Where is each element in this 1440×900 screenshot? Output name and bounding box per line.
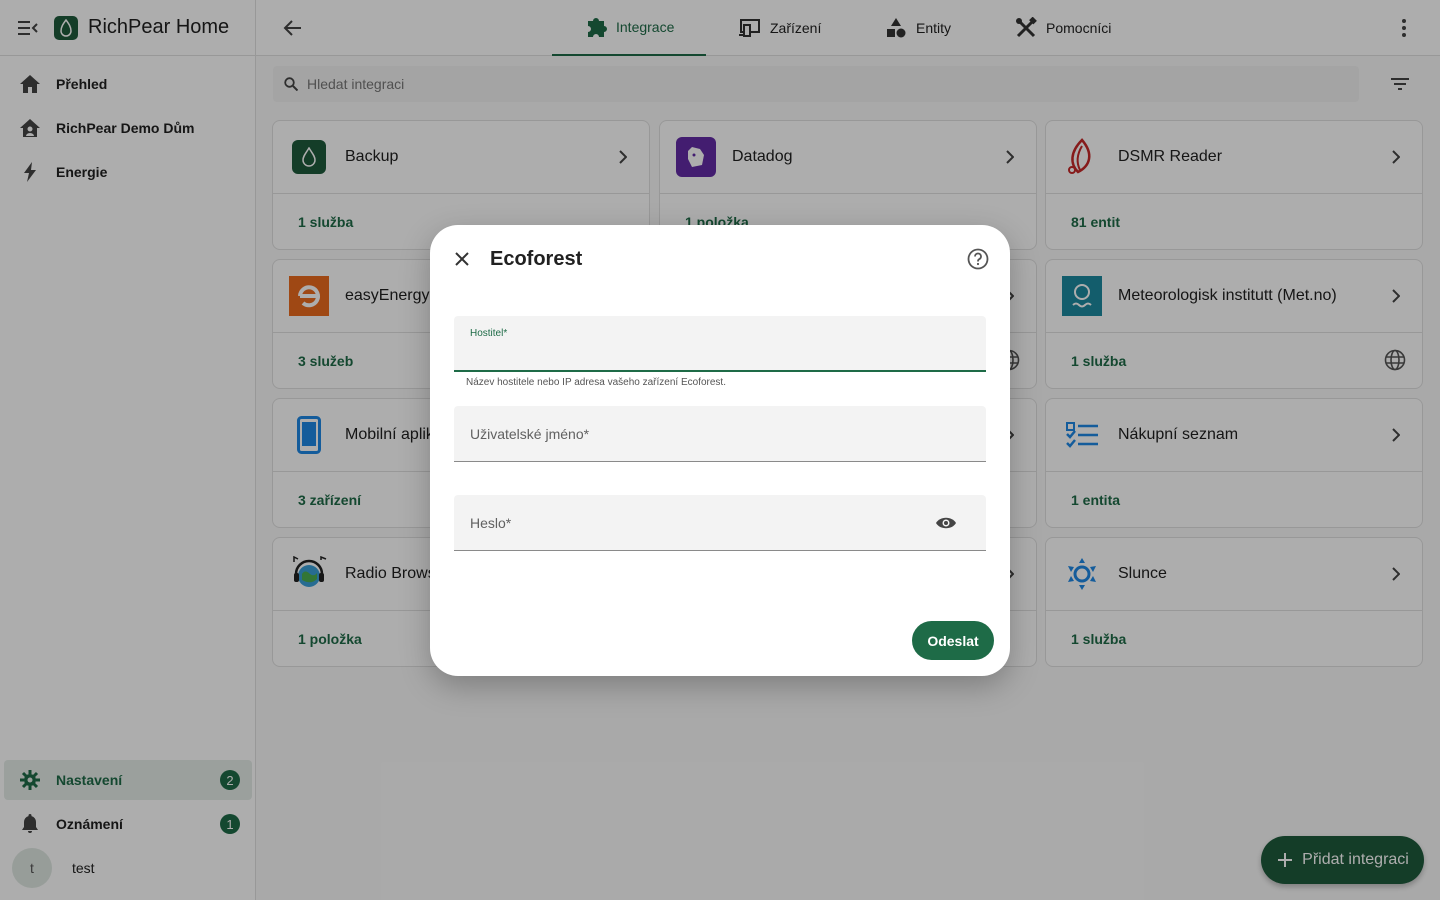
password-field[interactable]: Heslo*: [454, 495, 986, 551]
username-field[interactable]: Uživatelské jméno*: [454, 406, 986, 462]
host-field-label: Hostitel*: [470, 328, 508, 339]
submit-button[interactable]: Odeslat: [912, 621, 994, 660]
close-icon[interactable]: [450, 247, 474, 271]
dialog-title: Ecoforest: [490, 248, 583, 270]
config-dialog: Ecoforest Hostitel* Název hostitele nebo…: [430, 225, 1010, 676]
username-field-label: Uživatelské jméno*: [470, 426, 590, 442]
password-field-label: Heslo*: [470, 515, 512, 531]
eye-icon[interactable]: [934, 511, 958, 535]
host-field[interactable]: Hostitel*: [454, 316, 986, 372]
host-helper-text: Název hostitele nebo IP adresa vašeho za…: [466, 377, 726, 388]
help-icon[interactable]: [966, 247, 990, 271]
